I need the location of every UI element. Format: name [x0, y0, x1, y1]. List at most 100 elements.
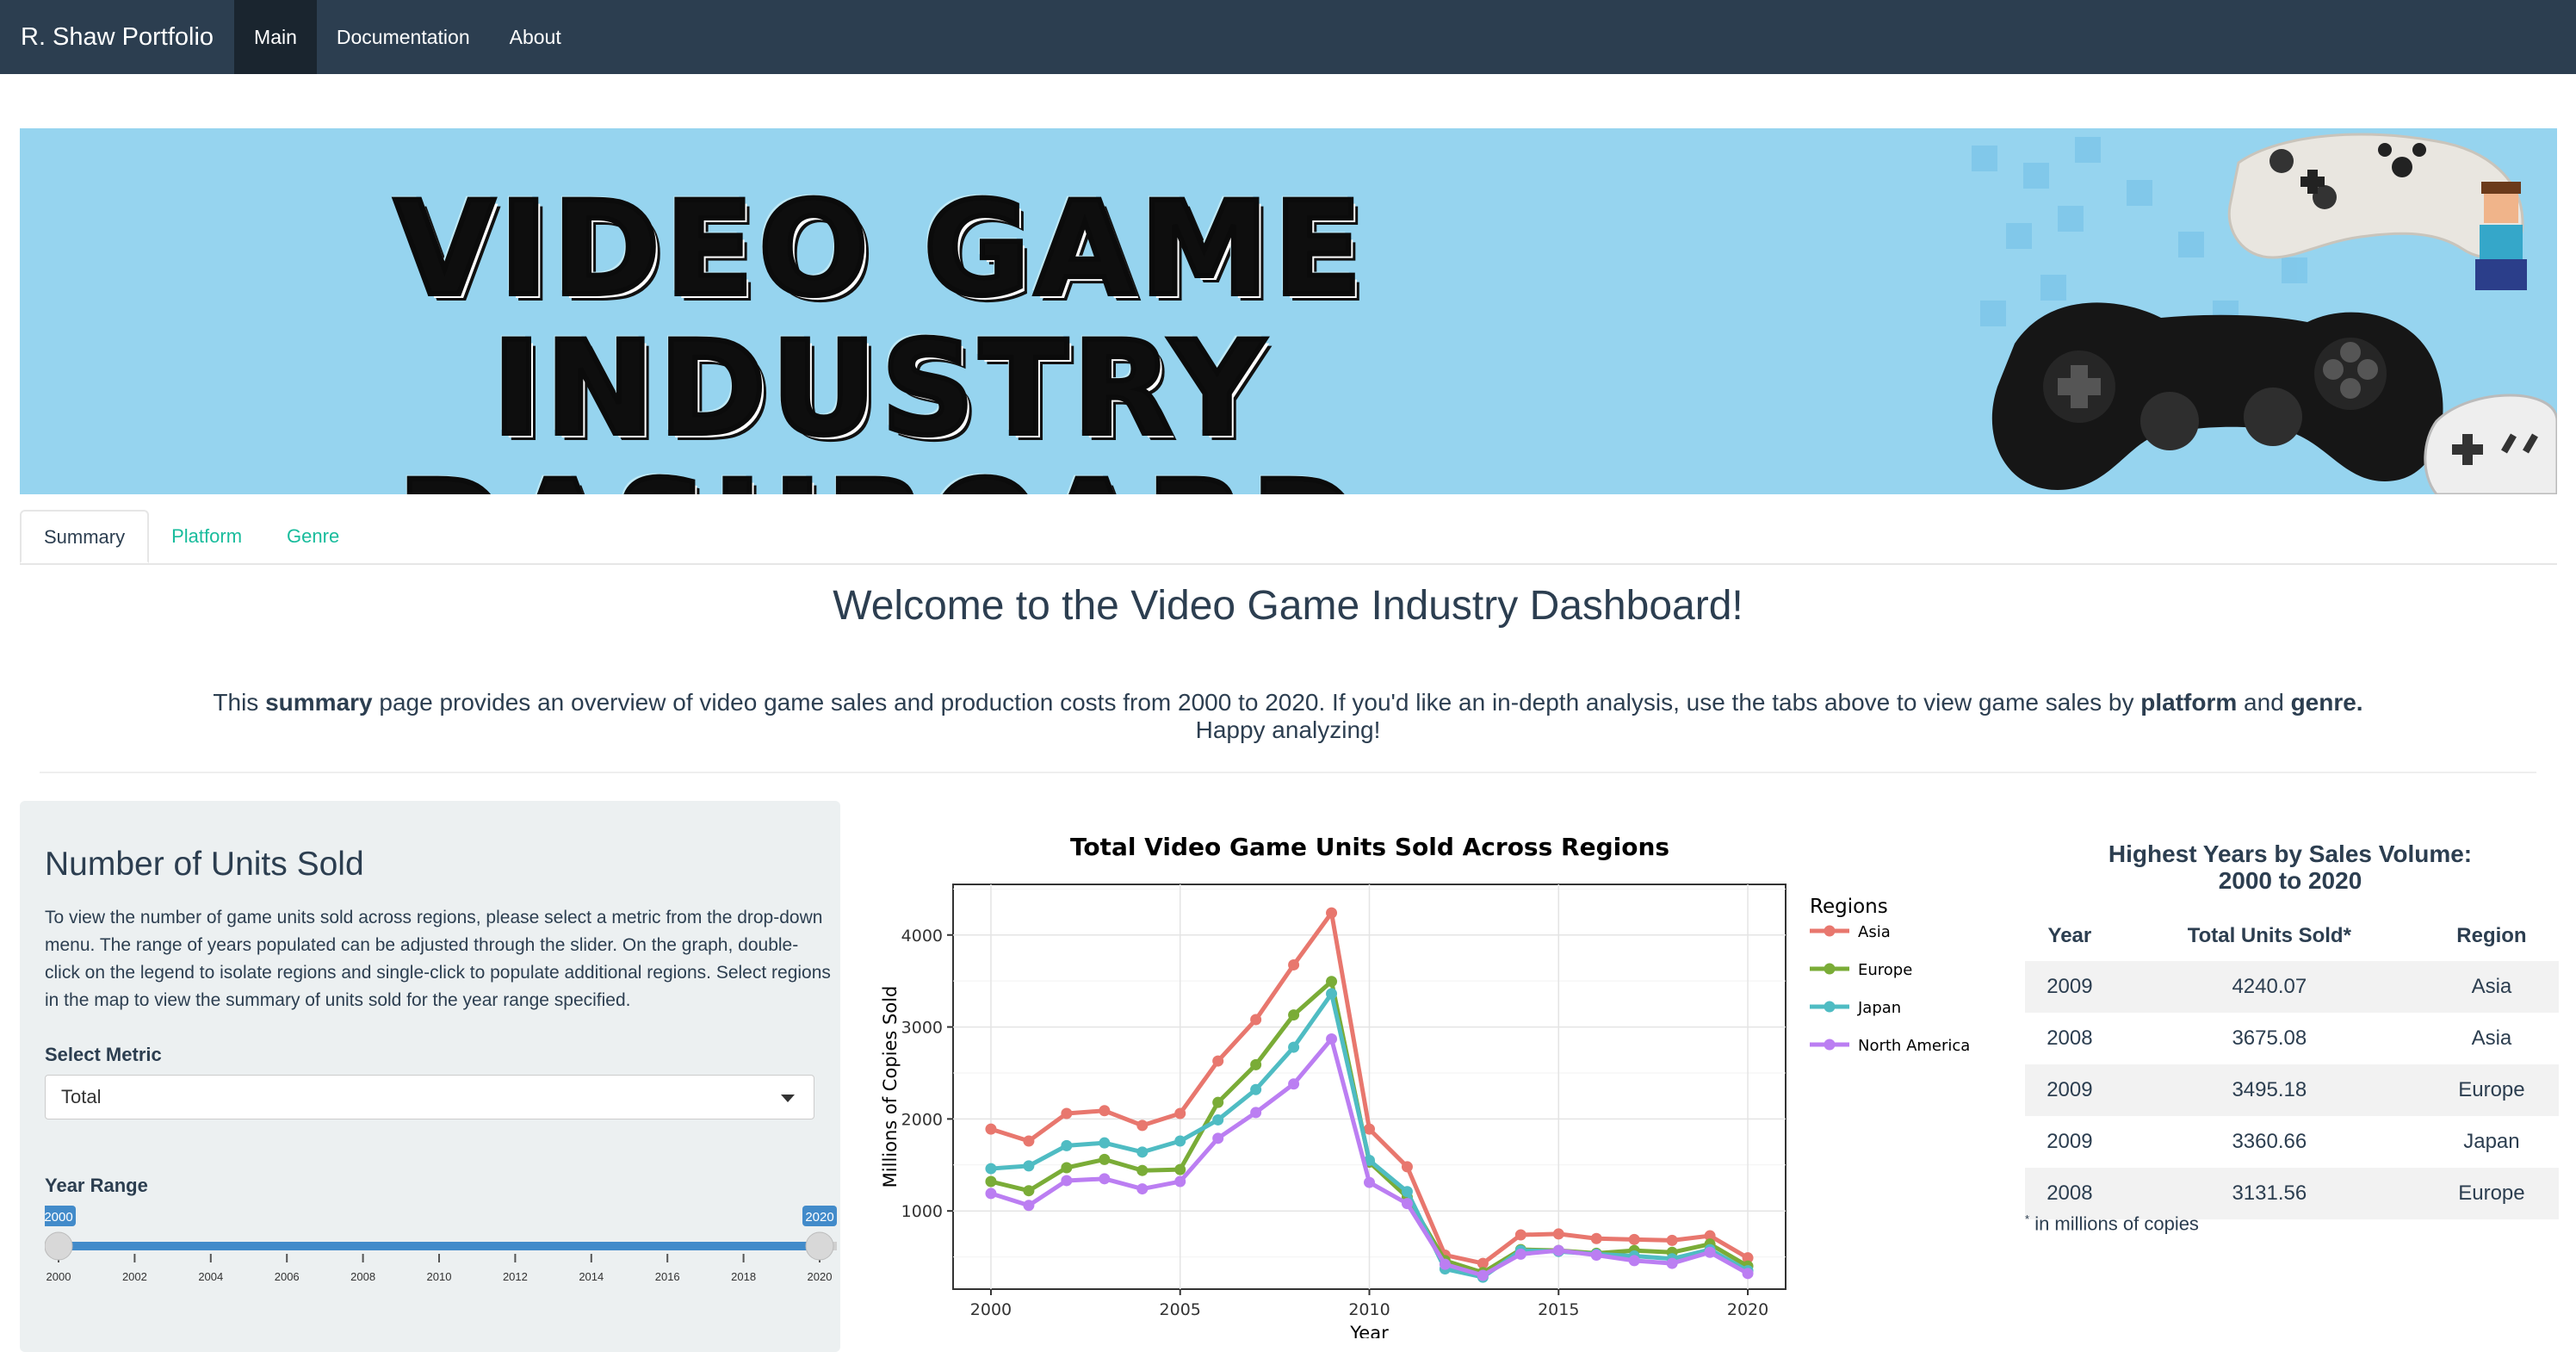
intro-bold-platform: platform [2140, 689, 2238, 716]
data-point[interactable] [1288, 1009, 1300, 1021]
data-point[interactable] [1023, 1160, 1035, 1172]
data-point[interactable] [1288, 1078, 1300, 1090]
intro-part-3: and [2237, 689, 2291, 716]
data-point[interactable] [1326, 907, 1338, 919]
data-point[interactable] [985, 1188, 997, 1200]
data-point[interactable] [1704, 1246, 1716, 1258]
data-point[interactable] [1212, 1096, 1224, 1108]
data-point[interactable] [1326, 988, 1338, 1000]
table-row: 2009 4240.07 Asia [2025, 961, 2559, 1013]
legend-marker [1824, 963, 1836, 975]
data-point[interactable] [1401, 1198, 1413, 1210]
x-tick-label: 2005 [1160, 1300, 1201, 1319]
data-point[interactable] [985, 1123, 997, 1135]
data-point[interactable] [1250, 1058, 1262, 1070]
slider-tick-label: 2016 [655, 1270, 680, 1283]
x-tick-label: 2010 [1348, 1300, 1390, 1319]
data-point[interactable] [1099, 1173, 1111, 1185]
divider [40, 772, 2536, 773]
data-point[interactable] [1250, 1014, 1262, 1026]
data-point[interactable] [1212, 1132, 1224, 1144]
data-point[interactable] [1174, 1107, 1186, 1119]
table-row: 2009 3495.18 Europe [2025, 1064, 2559, 1116]
data-point[interactable] [1552, 1228, 1564, 1240]
tab-genre[interactable]: Genre [264, 510, 362, 563]
data-point[interactable] [1326, 976, 1338, 988]
legend-item-label[interactable]: Japan [1857, 999, 1901, 1017]
data-point[interactable] [1288, 1041, 1300, 1053]
data-point[interactable] [1326, 1033, 1338, 1045]
data-point[interactable] [1666, 1234, 1678, 1246]
data-point[interactable] [1590, 1249, 1602, 1261]
data-point[interactable] [1174, 1163, 1186, 1175]
table-row: 2009 3360.66 Japan [2025, 1116, 2559, 1168]
nav-item-about[interactable]: About [490, 0, 581, 74]
cell-year: 2009 [2047, 1130, 2093, 1153]
intro-part-2: page provides an overview of video game … [372, 689, 2141, 716]
legend-marker [1824, 925, 1836, 937]
data-point[interactable] [1023, 1135, 1035, 1147]
y-tick-label: 2000 [901, 1110, 943, 1129]
slider-handle-to[interactable] [805, 1231, 834, 1261]
data-point[interactable] [1514, 1229, 1526, 1241]
data-point[interactable] [1288, 958, 1300, 971]
slider-tick-label: 2018 [731, 1270, 756, 1283]
data-point[interactable] [1250, 1083, 1262, 1095]
brand-link[interactable]: R. Shaw Portfolio [0, 0, 234, 74]
data-point[interactable] [1136, 1164, 1149, 1176]
data-point[interactable] [1136, 1183, 1149, 1195]
nav-item-main[interactable]: Main [234, 0, 317, 74]
year-range-slider[interactable]: 2000 2002 2004 2006 2008 2010 2012 2014 2016 2018… [45, 1206, 837, 1309]
data-point[interactable] [1742, 1268, 1754, 1280]
data-point[interactable] [1552, 1244, 1564, 1256]
data-point[interactable] [1628, 1233, 1640, 1245]
slider-fill [56, 1242, 831, 1250]
nav-item-documentation[interactable]: Documentation [317, 0, 490, 74]
data-point[interactable] [985, 1175, 997, 1188]
metric-select[interactable]: Total [45, 1075, 814, 1119]
legend-item-label[interactable]: Europe [1858, 961, 1912, 979]
data-point[interactable] [1061, 1139, 1073, 1151]
data-point[interactable] [1250, 1107, 1262, 1119]
tab-platform[interactable]: Platform [149, 510, 264, 563]
data-point[interactable] [1023, 1200, 1035, 1212]
data-point[interactable] [1628, 1255, 1640, 1267]
data-point[interactable] [1401, 1161, 1413, 1173]
data-point[interactable] [1212, 1113, 1224, 1126]
data-point[interactable] [1023, 1185, 1035, 1197]
data-point[interactable] [1061, 1107, 1073, 1119]
data-point[interactable] [1061, 1175, 1073, 1187]
dashboard-banner: VIDEO GAME INDUSTRY DASHBOARD [20, 128, 2557, 494]
table-header-row: Year Total Units Sold* Region [2025, 911, 2559, 961]
data-point[interactable] [1439, 1258, 1451, 1270]
section-tabs: Summary Platform Genre [20, 510, 2557, 565]
data-point[interactable] [1099, 1153, 1111, 1165]
data-point[interactable] [1136, 1119, 1149, 1132]
data-point[interactable] [1401, 1186, 1413, 1198]
metric-select-value: Total [61, 1086, 102, 1107]
data-point[interactable] [1212, 1055, 1224, 1067]
data-point[interactable] [1174, 1175, 1186, 1188]
data-point[interactable] [1136, 1146, 1149, 1158]
data-point[interactable] [1099, 1105, 1111, 1117]
data-point[interactable] [1477, 1269, 1489, 1281]
data-point[interactable] [1666, 1257, 1678, 1269]
legend-item-label[interactable]: Asia [1858, 923, 1891, 941]
slider-tick-label: 2006 [275, 1270, 300, 1283]
data-point[interactable] [1061, 1162, 1073, 1174]
cell-region: Europe [2458, 1181, 2525, 1205]
units-sold-line-chart[interactable]: Total Video Game Units Sold Across Regio… [870, 827, 2015, 1338]
data-point[interactable] [1590, 1232, 1602, 1244]
cell-year: 2009 [2047, 975, 2093, 998]
tab-summary[interactable]: Summary [20, 510, 150, 563]
x-axis-label: Year [1349, 1323, 1389, 1338]
legend-item-label[interactable]: North America [1858, 1037, 1970, 1055]
slider-to-value: 2020 [805, 1210, 833, 1225]
data-point[interactable] [1099, 1137, 1111, 1149]
data-point[interactable] [1364, 1176, 1375, 1188]
data-point[interactable] [985, 1163, 997, 1175]
data-point[interactable] [1514, 1248, 1526, 1260]
cell-region: Asia [2471, 975, 2512, 998]
slider-handle-from[interactable] [45, 1231, 73, 1261]
data-point[interactable] [1174, 1135, 1186, 1147]
